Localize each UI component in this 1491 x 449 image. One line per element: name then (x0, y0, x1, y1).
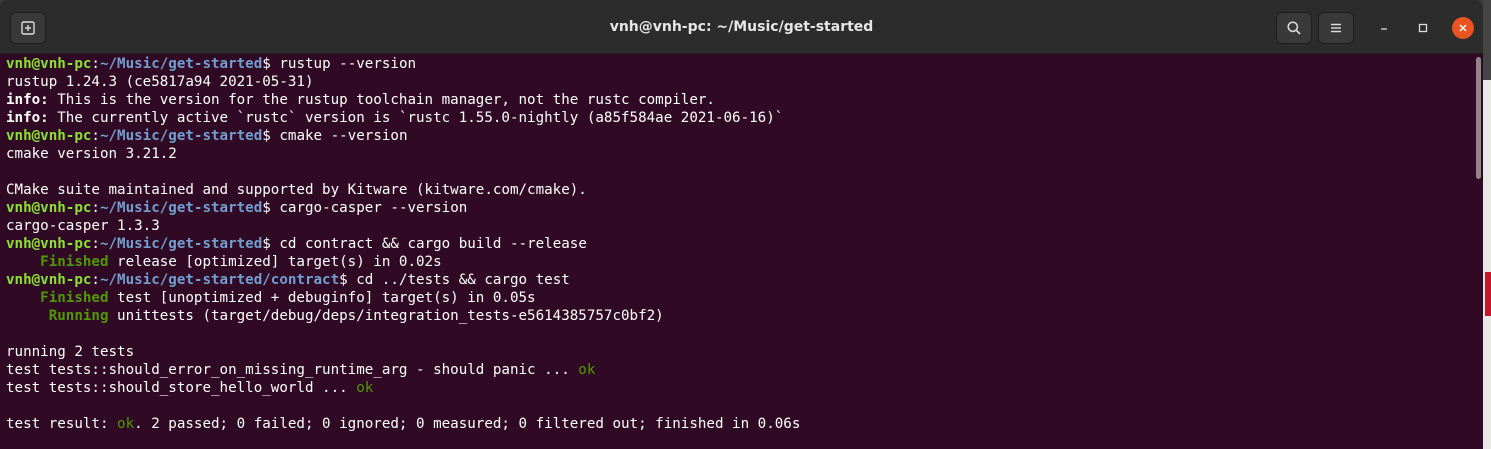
prompt-path: ~/Music/get-started (99, 128, 263, 144)
minimize-button[interactable] (1373, 17, 1395, 39)
output-text: CMake suite maintained and supported by … (6, 182, 587, 198)
ok-status: ok (117, 416, 135, 432)
ok-status: ok (356, 380, 374, 396)
menu-button[interactable] (1318, 12, 1354, 44)
prompt-separator: : (91, 200, 100, 216)
output-text: This is the version for the rustup toolc… (48, 92, 715, 108)
prompt-user: vnh@vnh-pc (6, 200, 92, 216)
background-edge-accent (1485, 272, 1491, 316)
prompt-symbol: $ (262, 128, 280, 144)
prompt-user: vnh@vnh-pc (6, 56, 92, 72)
scrollbar[interactable] (1474, 55, 1483, 449)
prompt-user: vnh@vnh-pc (6, 236, 92, 252)
terminal-line: Finished release [optimized] target(s) i… (6, 253, 1474, 271)
prompt-separator: : (91, 56, 100, 72)
output-text: test result: (6, 416, 118, 432)
output-text: The currently active `rustc` version is … (48, 110, 784, 126)
output-text: running 2 tests (6, 344, 135, 360)
terminal-line: vnh@vnh-pc:~/Music/get-started$ cd contr… (6, 235, 1474, 253)
terminal-line: test tests::should_error_on_missing_runt… (6, 361, 1474, 379)
maximize-button[interactable] (1412, 17, 1434, 39)
terminal-line: test tests::should_store_hello_world ...… (6, 379, 1474, 397)
terminal-line: cmake version 3.21.2 (6, 145, 1474, 163)
terminal-line: test result: ok. 2 passed; 0 failed; 0 i… (6, 415, 1474, 433)
terminal-line: vnh@vnh-pc:~/Music/get-started/contract$… (6, 271, 1474, 289)
prompt-symbol: $ (262, 56, 280, 72)
background-edge-dark (1483, 0, 1491, 80)
prompt-path: ~/Music/get-started (99, 236, 263, 252)
terminal-output[interactable]: vnh@vnh-pc:~/Music/get-started$ rustup -… (0, 55, 1474, 449)
output-text: test tests::should_store_hello_world ... (6, 380, 357, 396)
command-text: cmake --version (279, 128, 408, 144)
background-window-edge (1483, 0, 1491, 449)
terminal-line: CMake suite maintained and supported by … (6, 181, 1474, 199)
output-text: cargo-casper 1.3.3 (6, 218, 160, 234)
prompt-symbol: $ (262, 236, 280, 252)
minimize-icon (1381, 28, 1387, 30)
terminal-line: Finished test [unoptimized + debuginfo] … (6, 289, 1474, 307)
command-text: cd contract && cargo build --release (279, 236, 587, 252)
terminal-window: vnh@vnh-pc: ~/Music/get-started vnh@vnh-… (0, 0, 1483, 449)
prompt-symbol: $ (262, 200, 280, 216)
search-button[interactable] (1276, 12, 1312, 44)
output-text: rustup 1.24.3 (ce5817a94 2021-05-31) (6, 74, 314, 90)
prompt-separator: : (91, 128, 100, 144)
prompt-path: ~/Music/get-started/contract (99, 272, 340, 288)
terminal-line: info: This is the version for the rustup… (6, 91, 1474, 109)
prompt-path: ~/Music/get-started (99, 200, 263, 216)
ok-status: ok (578, 362, 596, 378)
terminal-line: vnh@vnh-pc:~/Music/get-started$ cmake --… (6, 127, 1474, 145)
prompt-user: vnh@vnh-pc (6, 272, 92, 288)
command-text: cargo-casper --version (279, 200, 468, 216)
terminal-line: rustup 1.24.3 (ce5817a94 2021-05-31) (6, 73, 1474, 91)
scrollbar-thumb[interactable] (1476, 57, 1481, 179)
output-text: test [unoptimized + debuginfo] target(s)… (108, 290, 536, 306)
maximize-icon (1418, 23, 1428, 33)
output-text: test tests::should_error_on_missing_runt… (6, 362, 579, 378)
status-label: Finished (40, 290, 109, 306)
output-text: cmake version 3.21.2 (6, 146, 177, 162)
info-label: info: (6, 92, 49, 108)
close-button[interactable] (1452, 17, 1474, 39)
title-bar[interactable]: vnh@vnh-pc: ~/Music/get-started (0, 0, 1483, 54)
prompt-user: vnh@vnh-pc (6, 128, 92, 144)
status-label: Running (48, 308, 109, 324)
terminal-line: vnh@vnh-pc:~/Music/get-started$ rustup -… (6, 55, 1474, 73)
output-text: release [optimized] target(s) in 0.02s (108, 254, 442, 270)
window-title: vnh@vnh-pc: ~/Music/get-started (609, 19, 874, 35)
prompt-separator: : (91, 272, 100, 288)
terminal-line: Running unittests (target/debug/deps/int… (6, 307, 1474, 325)
command-text: cd ../tests && cargo test (356, 272, 570, 288)
prompt-separator: : (91, 236, 100, 252)
output-text: . 2 passed; 0 failed; 0 ignored; 0 measu… (134, 416, 801, 432)
hamburger-menu-icon (1331, 23, 1341, 33)
new-tab-button[interactable] (10, 12, 46, 44)
terminal-line: vnh@vnh-pc:~/Music/get-started$ cargo-ca… (6, 199, 1474, 217)
terminal-line: info: The currently active `rustc` versi… (6, 109, 1474, 127)
terminal-line: running 2 tests (6, 343, 1474, 361)
output-text: unittests (target/debug/deps/integration… (108, 308, 664, 324)
search-icon (1287, 21, 1301, 35)
prompt-symbol: $ (339, 272, 357, 288)
prompt-path: ~/Music/get-started (99, 56, 263, 72)
terminal-line: cargo-casper 1.3.3 (6, 217, 1474, 235)
status-label: Finished (40, 254, 109, 270)
command-text: rustup --version (279, 56, 417, 72)
close-icon (1459, 24, 1467, 32)
new-tab-icon (21, 21, 35, 35)
info-label: info: (6, 110, 49, 126)
